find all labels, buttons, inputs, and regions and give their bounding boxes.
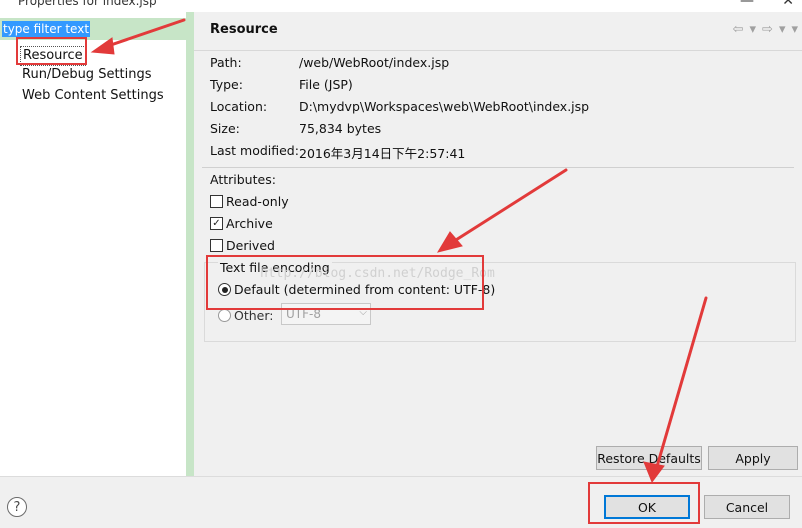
tree-item-run-debug-settings[interactable]: Run/Debug Settings bbox=[22, 66, 152, 84]
derived-label: Derived bbox=[226, 238, 275, 253]
size-value: 75,834 bytes bbox=[299, 121, 382, 136]
page-header: Resource ⇦ ▾ ⇨ ▾ ▾ bbox=[194, 12, 802, 51]
derived-checkbox[interactable] bbox=[210, 239, 223, 252]
annotation-box-encoding bbox=[206, 255, 484, 310]
tree-item-label: Web Content Settings bbox=[22, 88, 164, 103]
archive-checkbox[interactable]: ✓ bbox=[210, 217, 223, 230]
last-modified-label: Last modified: bbox=[210, 143, 299, 158]
view-menu-chevron-icon[interactable]: ▾ bbox=[791, 22, 798, 37]
tree-item-web-content-settings[interactable]: Web Content Settings bbox=[22, 87, 164, 105]
section-divider bbox=[202, 167, 794, 168]
read-only-checkbox[interactable] bbox=[210, 195, 223, 208]
read-only-label: Read-only bbox=[226, 194, 289, 209]
path-label: Path: bbox=[210, 55, 242, 70]
read-only-option[interactable]: Read-only bbox=[210, 194, 289, 209]
title-bar: Properties for index.jsp — ✕ bbox=[0, 0, 802, 12]
other-encoding-label: Other: bbox=[234, 308, 274, 323]
back-menu-chevron-icon[interactable]: ▾ bbox=[750, 22, 757, 37]
window-title: Properties for index.jsp bbox=[18, 0, 157, 8]
cancel-button[interactable]: Cancel bbox=[704, 495, 790, 519]
tree-item-label: Run/Debug Settings bbox=[22, 67, 152, 82]
resource-page: Resource ⇦ ▾ ⇨ ▾ ▾ Path: /web/WebRoot/in… bbox=[194, 12, 802, 476]
property-pages-tree: type filter text Resource Run/Debug Sett… bbox=[0, 12, 194, 476]
other-encoding-option[interactable]: Other: bbox=[218, 308, 273, 323]
path-value: /web/WebRoot/index.jsp bbox=[299, 55, 450, 70]
archive-option[interactable]: ✓ Archive bbox=[210, 216, 273, 231]
location-label: Location: bbox=[210, 99, 268, 114]
attributes-label: Attributes: bbox=[210, 172, 276, 187]
help-icon[interactable]: ? bbox=[7, 497, 27, 517]
location-value: D:\mydvp\Workspaces\web\WebRoot\index.js… bbox=[299, 99, 590, 114]
other-encoding-radio[interactable] bbox=[218, 309, 231, 322]
archive-label: Archive bbox=[226, 216, 273, 231]
type-label: Type: bbox=[210, 77, 243, 92]
back-arrow-icon[interactable]: ⇦ bbox=[733, 22, 744, 37]
minimize-button[interactable]: — bbox=[740, 0, 754, 9]
type-value: File (JSP) bbox=[299, 77, 353, 92]
filter-placeholder-text: type filter text bbox=[2, 21, 91, 37]
annotation-box-resource bbox=[16, 37, 87, 65]
forward-arrow-icon[interactable]: ⇨ bbox=[762, 22, 773, 37]
last-modified-value: 2016年3月14日下午2:57:41 bbox=[299, 146, 466, 161]
history-nav: ⇦ ▾ ⇨ ▾ ▾ bbox=[733, 22, 798, 37]
properties-dialog: Properties for index.jsp — ✕ type filter… bbox=[0, 0, 802, 528]
check-icon: ✓ bbox=[212, 217, 221, 229]
restore-defaults-button[interactable]: Restore Defaults bbox=[596, 446, 702, 470]
annotation-box-ok bbox=[588, 482, 700, 524]
size-label: Size: bbox=[210, 121, 240, 136]
forward-menu-chevron-icon[interactable]: ▾ bbox=[779, 22, 786, 37]
page-title: Resource bbox=[210, 22, 278, 37]
derived-option[interactable]: Derived bbox=[210, 238, 275, 253]
close-button[interactable]: ✕ bbox=[782, 0, 794, 9]
apply-button[interactable]: Apply bbox=[708, 446, 798, 470]
